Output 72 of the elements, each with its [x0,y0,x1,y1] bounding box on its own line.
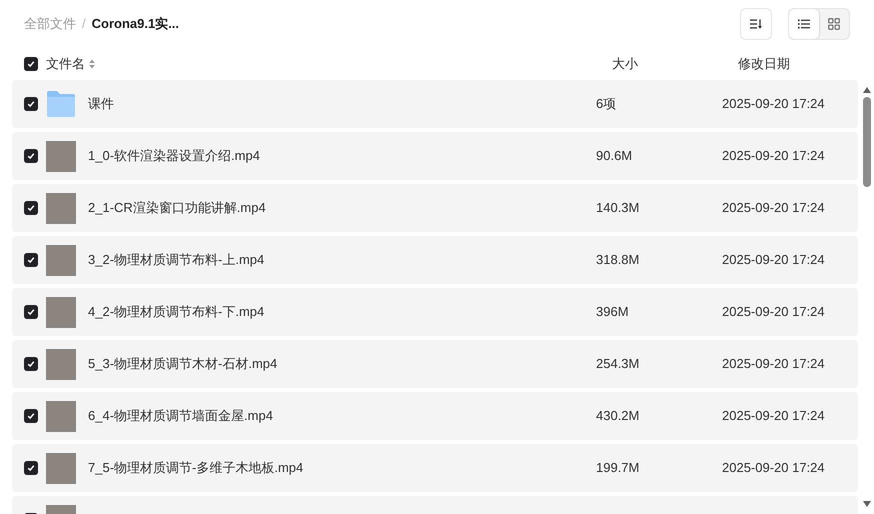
scrollbar-thumb[interactable] [863,97,871,187]
file-size: 90.6M [596,147,634,166]
file-size: 430.2M [596,407,640,426]
video-thumbnail [46,192,76,224]
check-icon [27,100,35,108]
column-header[interactable]: 大小 [612,54,638,74]
file-size: 6项 [596,95,618,114]
modified-date: 2025-09-20 17:24 [722,459,825,478]
check-icon [27,256,35,264]
folder-icon [46,90,76,118]
video-thumbnail [46,400,76,432]
modified-date: 2025-09-20 17:24 [722,303,825,322]
modified-date: 2025-09-20 17:24 [722,355,825,374]
file-name[interactable]: 6_4-物理材质调节墙面金屋.mp4 [88,406,596,426]
modified-date: 2025-09-20 17:24 [722,407,825,426]
modified-date: 2025-09-20 17:24 [722,147,825,166]
breadcrumb-item[interactable]: Corona9.1实... [92,14,180,34]
file-size: 396M [596,303,630,322]
modified-date: 2025-09-20 17:24 [722,199,825,218]
video-thumbnail [46,244,76,276]
checkbox[interactable] [24,461,38,475]
checkbox[interactable] [24,357,38,371]
column-header[interactable]: 修改日期 [738,54,790,74]
file-name[interactable]: 1_0-软件渲染器设置介绍.mp4 [88,146,596,166]
file-name[interactable]: 5_3-物理材质调节木材-石材.mp4 [88,354,596,374]
column-header[interactable]: 文件名 [46,54,85,74]
check-icon [27,308,35,316]
grid-view-icon [828,18,840,30]
file-row[interactable]: 课件 6项 2025-09-20 17:24 [12,80,858,128]
file-name[interactable]: 7_5-物理材质调节-多维子木地板.mp4 [88,458,596,478]
scroll-up-icon[interactable] [862,86,872,94]
file-row[interactable]: 6_4-物理材质调节墙面金屋.mp4 430.2M 2025-09-20 17:24 [12,392,858,440]
file-size: 140.3M [596,199,640,218]
check-icon [27,152,35,160]
check-icon [27,464,35,472]
modified-date: 2025-09-20 17:24 [722,95,825,114]
file-row[interactable]: 1_0-软件渲染器设置介绍.mp4 90.6M 2025-09-20 17:24 [12,132,858,180]
sort-button[interactable] [740,8,772,40]
checkbox[interactable] [24,409,38,423]
list-view-icon [798,19,810,29]
file-row[interactable]: 7_5-物理材质调节-多维子木地板.mp4 199.7M 2025-09-20 17:24 [12,444,858,492]
file-size: 199.7M [596,459,640,478]
file-name[interactable]: 2_1-CR渲染窗口功能讲解.mp4 [88,198,596,218]
file-name[interactable]: 3_2-物理材质调节布料-上.mp4 [88,250,596,270]
video-thumbnail [46,348,76,380]
checkbox[interactable] [24,57,38,71]
sort-arrows-icon [89,59,95,69]
video-thumbnail [46,296,76,328]
file-row[interactable]: 3_2-物理材质调节布料-上.mp4 318.8M 2025-09-20 17:24 [12,236,858,284]
file-row[interactable]: 4_2-物理材质调节布料-下.mp4 396M 2025-09-20 17:24 [12,288,858,336]
video-thumbnail [46,452,76,484]
video-thumbnail [46,140,76,172]
check-icon [27,412,35,420]
sort-icon [750,19,762,29]
checkbox[interactable] [24,149,38,163]
file-row[interactable]: 2_1-CR渲染窗口功能讲解.mp4 140.3M 2025-09-20 17:24 [12,184,858,232]
checkbox[interactable] [24,305,38,319]
check-icon [27,360,35,368]
checkbox[interactable] [24,97,38,111]
file-row[interactable]: 5_3-物理材质调节木材-石材.mp4 254.3M 2025-09-20 17:24 [12,340,858,388]
file-name[interactable]: 4_2-物理材质调节布料-下.mp4 [88,302,596,322]
scroll-down-icon[interactable] [862,500,872,508]
view-button[interactable] [789,9,819,39]
checkbox[interactable] [24,201,38,215]
checkbox[interactable] [24,253,38,267]
file-size: 254.3M [596,355,640,374]
file-size: 318.8M [596,251,640,270]
check-icon [27,204,35,212]
check-icon [27,60,35,68]
file-name[interactable]: 课件 [88,94,596,114]
breadcrumb-separator: / [82,15,86,34]
modified-date: 2025-09-20 17:24 [722,251,825,270]
